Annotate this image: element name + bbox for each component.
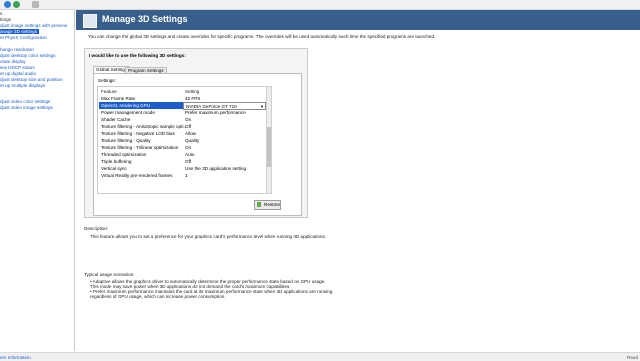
description-label: Description: [84, 226, 109, 231]
list-item[interactable]: Power management mode Prefer maximum per… [98, 109, 266, 116]
list-item[interactable]: Shader Cache On [98, 116, 266, 123]
page-header: Manage 3D Settings [76, 10, 640, 30]
list-item[interactable]: Vertical sync Use the 3D application set… [98, 165, 266, 172]
feature-name: Power management mode [101, 110, 155, 115]
setting-value: Prefer maximum performance [185, 110, 246, 115]
feature-name: Max Frame Rate [101, 96, 136, 101]
restore-icon [257, 202, 261, 207]
scrollbar-thumb[interactable] [267, 127, 271, 167]
column-header-feature: Feature [101, 89, 117, 94]
restore-label: Restore [264, 202, 281, 207]
setting-value: Auto [185, 152, 195, 157]
nav-item-manage-3d-settings[interactable]: anage 3D settings [0, 29, 40, 34]
setting-value: Allow [185, 131, 196, 136]
tab-content: Settings: Feature Setting Max Frame Rate… [93, 73, 302, 216]
usage-label: Typical usage scenarios: [84, 272, 135, 277]
feature-name: Texture filtering - Quality [101, 138, 151, 143]
feature-name: Shader Cache [101, 117, 131, 122]
setting-value: Quality [185, 138, 200, 143]
feature-name: Texture filtering - Trilinear optimizati… [101, 145, 179, 150]
feature-name: Virtual Reality pre-rendered frames [101, 173, 173, 178]
nav-category-3d-settings: ttings [0, 17, 11, 22]
back-icon[interactable] [4, 1, 11, 8]
feature-name: Triple buffering [101, 159, 132, 164]
nav-item-multiple-displays[interactable]: et up multiple displays [0, 83, 45, 88]
page-title: Manage 3D Settings [102, 14, 188, 24]
setting-value: On [185, 117, 192, 122]
nav-item-adjust-image-settings[interactable]: djust image settings with preview [0, 23, 67, 28]
settings-panel: I would like to use the following 3D set… [84, 48, 308, 218]
nav-item: s.. [0, 11, 5, 16]
column-header-setting: Setting [185, 89, 200, 94]
feature-name: Texture filtering - Anisotropic sample o… [101, 124, 188, 129]
list-item[interactable]: Texture filtering - Negative LOD bias Al… [98, 130, 266, 137]
task-navigation-pane: s.. ttings djust image settings with pre… [0, 10, 75, 351]
list-item[interactable]: Max Frame Rate 42 FPS [98, 95, 266, 102]
description-text: This feature allows you to set a prefere… [90, 234, 327, 239]
nav-item-change-resolution[interactable]: hange resolution [0, 47, 34, 52]
nav-item-hdcp-status[interactable]: iew HDCP status [0, 65, 35, 70]
nav-item-video-image[interactable]: djust video image settings [0, 105, 53, 110]
settings-scrollbar[interactable] [266, 86, 272, 194]
nav-item-video-color[interactable]: djust video color settings [0, 99, 50, 104]
feature-name: Texture filtering - Negative LOD bias [101, 131, 175, 136]
setting-value: 42 FPS [185, 96, 201, 101]
feature-name: Threaded optimization [101, 152, 147, 157]
list-item[interactable]: Texture filtering - Anisotropic sample o… [98, 123, 266, 130]
list-item[interactable]: Texture filtering - Quality Quality [98, 137, 266, 144]
usage-line: regardless of GPU usage, which can incre… [90, 294, 226, 299]
setting-value: Off [185, 159, 192, 164]
list-item[interactable]: Threaded optimization Auto [98, 151, 266, 158]
nav-item-physx-configuration[interactable]: et PhysX Configuration [0, 35, 47, 40]
setting-value: On [185, 145, 192, 150]
nav-item-rotate-display[interactable]: otate display [0, 59, 26, 64]
setting-value: Use the 3D application setting [185, 166, 247, 171]
setting-value: Off [185, 124, 192, 129]
system-information-link[interactable]: em Information [0, 355, 31, 360]
list-item[interactable]: Texture filtering - Trilinear optimizati… [98, 144, 266, 151]
status-text: Read [627, 355, 638, 360]
panel-heading: I would like to use the following 3D set… [89, 53, 186, 58]
list-item[interactable]: Triple buffering Off [98, 158, 266, 165]
setting-value: 1 [185, 173, 188, 178]
forward-icon[interactable] [13, 1, 20, 8]
feature-name: Vertical sync [101, 166, 127, 171]
nav-item-desktop-color[interactable]: djust desktop color settings [0, 53, 55, 58]
list-header: Feature Setting [98, 88, 266, 95]
list-item-selected[interactable]: OpenGL rendering GPU NVIDIA GeForce GT 7… [98, 102, 266, 110]
top-toolbar [0, 0, 640, 10]
nav-item-desktop-size-position[interactable]: djust desktop size and position [0, 77, 63, 82]
nav-item-digital-audio[interactable]: et up digital audio [0, 71, 36, 76]
list-item[interactable]: Virtual Reality pre-rendered frames 1 [98, 172, 266, 179]
3d-settings-icon [83, 14, 97, 28]
settings-list: Feature Setting Max Frame Rate 42 FPS Op… [97, 86, 267, 194]
restore-button[interactable]: Restore [254, 200, 281, 210]
feature-name: OpenGL rendering GPU [99, 102, 183, 109]
intro-text: You can change the global 3D settings an… [88, 34, 436, 39]
settings-label: Settings: [98, 78, 116, 83]
home-icon[interactable] [32, 1, 39, 8]
